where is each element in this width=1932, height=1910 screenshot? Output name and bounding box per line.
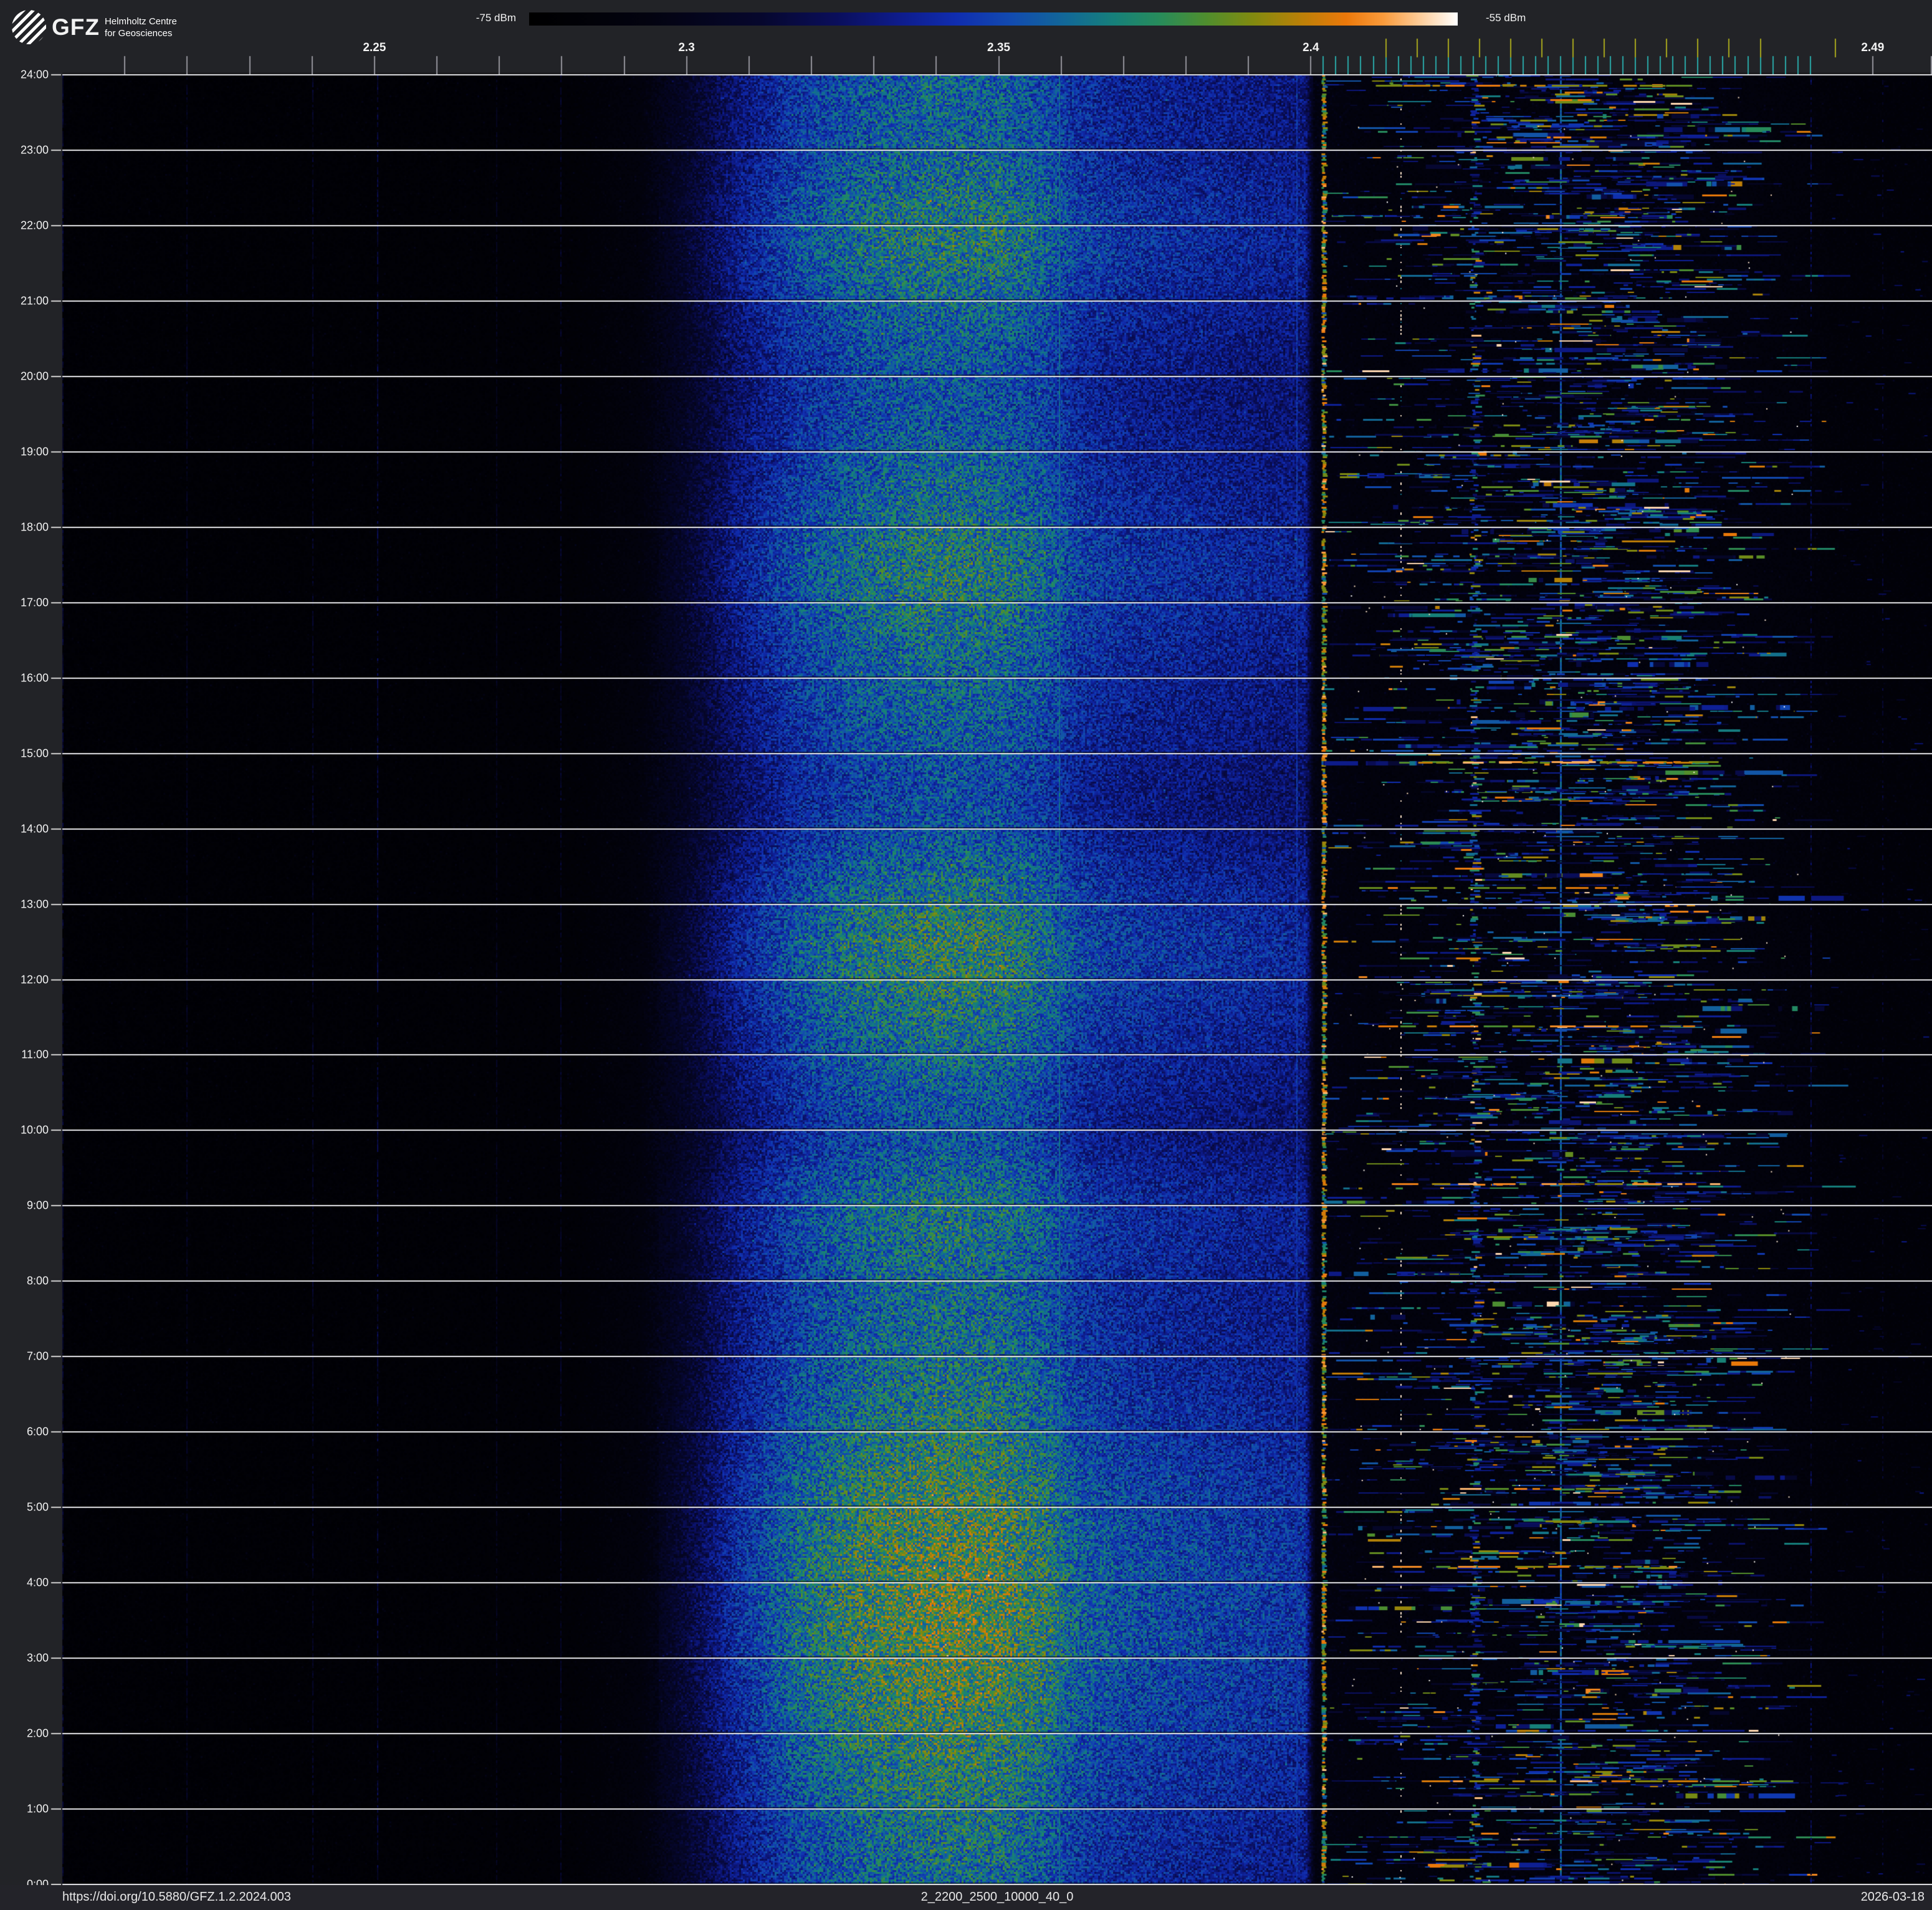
- colorbar-gradient: [529, 12, 1458, 26]
- colorbar-min-label: -75 dBm: [476, 12, 516, 24]
- freq-axis-label-2.25: 2.25: [363, 41, 386, 54]
- time-axis-label-2300: 23:00: [20, 143, 49, 156]
- time-axis-label-1100: 11:00: [21, 1048, 49, 1061]
- time-axis-label-2000: 20:00: [20, 370, 49, 383]
- time-axis-label-1300: 13:00: [20, 898, 49, 911]
- time-axis-label-1500: 15:00: [20, 747, 49, 760]
- logo-subtitle: Helmholtz Centre for Geosciences: [105, 16, 177, 39]
- time-axis-label-900: 9:00: [26, 1199, 49, 1212]
- footer-dataset-id: 2_2200_2500_10000_40_0: [921, 1890, 1074, 1904]
- time-axis-label-400: 4:00: [26, 1576, 49, 1589]
- logo-subtitle-line2: for Geosciences: [104, 27, 173, 39]
- freq-axis-label-2.3: 2.3: [678, 41, 695, 54]
- gfz-striped-globe-icon: [12, 10, 46, 44]
- time-axis-label-500: 5:00: [26, 1500, 49, 1514]
- spectrogram-canvas: [0, 0, 1932, 1910]
- time-axis-label-600: 6:00: [26, 1425, 49, 1438]
- time-axis-label-1600: 16:00: [20, 671, 49, 684]
- time-axis-label-1200: 12:00: [20, 973, 49, 986]
- time-axis-label-1400: 14:00: [20, 822, 49, 835]
- time-axis-label-200: 2:00: [26, 1727, 49, 1740]
- time-axis-label-1000: 10:00: [20, 1123, 49, 1136]
- time-axis-label-1700: 17:00: [20, 596, 49, 609]
- time-axis-label-2200: 22:00: [20, 219, 49, 232]
- spectrogram-page: GFZ Helmholtz Centre for Geosciences -75…: [0, 0, 1932, 1910]
- logo-brand-text: GFZ: [52, 14, 100, 40]
- footer-date: 2026-03-18: [1860, 1890, 1925, 1904]
- time-axis-label-100: 1:00: [26, 1802, 49, 1815]
- freq-axis-label-2.49: 2.49: [1861, 41, 1885, 54]
- time-axis-label-800: 8:00: [26, 1274, 49, 1287]
- logo-subtitle-line1: Helmholtz Centre: [104, 16, 177, 27]
- time-axis-label-300: 3:00: [26, 1651, 49, 1664]
- time-axis-label-2100: 21:00: [20, 294, 49, 307]
- freq-axis-label-2.35: 2.35: [987, 41, 1010, 54]
- time-axis-label-2400: 24:00: [20, 68, 49, 81]
- time-axis-label-1900: 19:00: [20, 445, 49, 458]
- time-axis-label-700: 7:00: [26, 1350, 49, 1363]
- freq-axis-label-2.4: 2.4: [1303, 41, 1319, 54]
- colorbar-max-label: -55 dBm: [1486, 12, 1526, 24]
- gfz-logo: GFZ Helmholtz Centre for Geosciences: [12, 10, 177, 44]
- time-axis-label-1800: 18:00: [20, 521, 49, 534]
